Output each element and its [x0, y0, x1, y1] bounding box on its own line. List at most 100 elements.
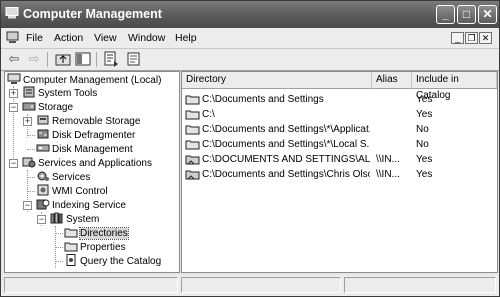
up-one-level-button[interactable]: [55, 51, 71, 67]
menu-bar: File Action View Window Help _ ❐ ✕: [1, 28, 499, 49]
properties-button[interactable]: [126, 51, 142, 67]
show-hide-tree-icon: [75, 52, 91, 66]
tree-label: Computer Management (Local): [23, 75, 162, 86]
column-header-alias[interactable]: Alias: [372, 72, 412, 89]
disk-management-icon: [36, 144, 50, 152]
table-row[interactable]: C:\Documents and Settings\Chris Olso... …: [182, 167, 497, 182]
folder-icon: [185, 95, 200, 105]
export-list-icon: [104, 51, 118, 67]
tree-label: Indexing Service: [52, 200, 126, 211]
tree-line: [55, 247, 63, 248]
tree-node-indexing-service[interactable]: Indexing Service: [36, 198, 126, 212]
removable-storage-icon: [37, 115, 49, 125]
alias-cell: \\IN...: [376, 169, 400, 180]
tree-node-properties[interactable]: Properties: [64, 240, 126, 254]
menu-action[interactable]: Action: [54, 32, 83, 44]
tree-node-wmi-control[interactable]: WMI Control: [36, 184, 108, 198]
table-row[interactable]: C:\Documents and Settings Yes: [182, 92, 497, 107]
close-icon: ✕: [481, 33, 490, 43]
computer-icon: [7, 73, 21, 84]
alias-cell: \\IN...: [376, 154, 400, 165]
tree-node-computer-management-local[interactable]: Computer Management (Local): [7, 73, 161, 87]
tree-node-system-tools[interactable]: System Tools: [22, 86, 97, 100]
expand-system-tools-toggle[interactable]: +: [9, 89, 18, 98]
wmi-control-icon: [37, 184, 49, 196]
tree-node-disk-management[interactable]: Disk Management: [36, 142, 133, 156]
menu-help[interactable]: Help: [175, 32, 197, 44]
back-button[interactable]: ⇦: [6, 51, 22, 67]
directory-cell: C:\DOCUMENTS AND SETTINGS\ALL U...: [202, 154, 370, 165]
tree-node-directories[interactable]: Directories: [64, 226, 129, 240]
maximize-button[interactable]: □: [457, 5, 476, 24]
directories-list[interactable]: Directory Alias Include in Catalog C:\Do…: [181, 71, 498, 273]
tree-node-removable-storage[interactable]: Removable Storage: [36, 114, 140, 128]
collapse-storage-toggle[interactable]: −: [9, 103, 18, 112]
tree-node-disk-defragmenter[interactable]: Disk Defragmenter: [36, 128, 135, 142]
up-folder-icon: [55, 54, 71, 66]
tree-label: Disk Management: [52, 144, 133, 155]
tree-label: Services and Applications: [38, 158, 152, 169]
directory-cell: C:\Documents and Settings\*\Applicat...: [202, 124, 370, 135]
expand-removable-storage-toggle[interactable]: +: [23, 117, 32, 126]
services-applications-icon: [22, 157, 36, 168]
column-header-directory[interactable]: Directory: [182, 72, 372, 89]
tree-label: Properties: [80, 242, 126, 253]
include-cell: Yes: [416, 154, 433, 165]
menu-window[interactable]: Window: [128, 32, 165, 44]
tree-node-query-the-catalog[interactable]: Query the Catalog: [64, 254, 161, 268]
collapse-services-applications-toggle[interactable]: −: [9, 159, 18, 168]
properties-icon: [127, 52, 140, 66]
computer-management-app-icon: [5, 7, 19, 19]
minimize-button[interactable]: _: [436, 5, 455, 24]
tree-line: [13, 86, 14, 166]
child-minimize-button[interactable]: _: [451, 32, 464, 44]
export-list-button[interactable]: [103, 51, 119, 67]
tree-node-storage[interactable]: Storage: [22, 100, 73, 114]
child-close-button[interactable]: ✕: [479, 32, 492, 44]
folder-icon: [185, 140, 200, 150]
include-cell: Yes: [416, 169, 433, 180]
tree-node-services-and-applications[interactable]: Services and Applications: [22, 156, 152, 170]
forward-arrow-icon: ⇨: [28, 51, 40, 66]
tree-label: Query the Catalog: [80, 256, 162, 267]
catalog-books-icon: [50, 212, 63, 224]
document-window-icon[interactable]: [6, 31, 19, 44]
tree-line: [27, 177, 35, 178]
column-header-include-in-catalog[interactable]: Include in Catalog: [412, 72, 497, 101]
show-hide-console-tree-button[interactable]: [75, 51, 91, 67]
menu-file[interactable]: File: [26, 32, 43, 44]
tree-node-services[interactable]: Services: [36, 170, 90, 184]
collapse-indexing-service-toggle[interactable]: −: [23, 201, 32, 210]
table-row[interactable]: C:\ Yes: [182, 107, 497, 122]
shared-folder-icon: [185, 170, 200, 180]
table-row[interactable]: C:\Documents and Settings\*\Local S... N…: [182, 137, 497, 152]
indexing-service-icon: [36, 199, 50, 210]
forward-button[interactable]: ⇨: [26, 51, 42, 67]
tree-line: [27, 135, 35, 136]
system-tools-icon: [23, 86, 35, 98]
tree-node-system-catalog[interactable]: System: [50, 212, 99, 226]
tree-label: WMI Control: [52, 186, 108, 197]
toolbar-separator: [47, 52, 48, 67]
tree-line: [55, 261, 63, 262]
close-icon: ✕: [482, 7, 493, 21]
disk-defragmenter-icon: [37, 129, 49, 139]
tree-label: Services: [52, 172, 91, 183]
console-tree[interactable]: Computer Management (Local) + System Too…: [4, 71, 180, 273]
status-pane-left: [4, 277, 178, 293]
include-cell: Yes: [416, 94, 433, 105]
minimize-icon: _: [442, 7, 449, 21]
tree-label: System Tools: [38, 88, 98, 99]
child-restore-button[interactable]: ❐: [465, 32, 478, 44]
directory-cell: C:\Documents and Settings\Chris Olso...: [202, 169, 370, 180]
close-button[interactable]: ✕: [478, 5, 497, 24]
collapse-system-catalog-toggle[interactable]: −: [37, 215, 46, 224]
table-row[interactable]: C:\DOCUMENTS AND SETTINGS\ALL U... \\IN.…: [182, 152, 497, 167]
directory-cell: C:\: [202, 109, 215, 120]
directory-cell: C:\Documents and Settings\*\Local S...: [202, 139, 370, 150]
tree-line: [27, 149, 35, 150]
table-row[interactable]: C:\Documents and Settings\*\Applicat... …: [182, 122, 497, 137]
title-bar[interactable]: Computer Management _ □ ✕: [1, 1, 499, 28]
status-pane-middle: [181, 277, 341, 293]
menu-view[interactable]: View: [94, 32, 117, 44]
